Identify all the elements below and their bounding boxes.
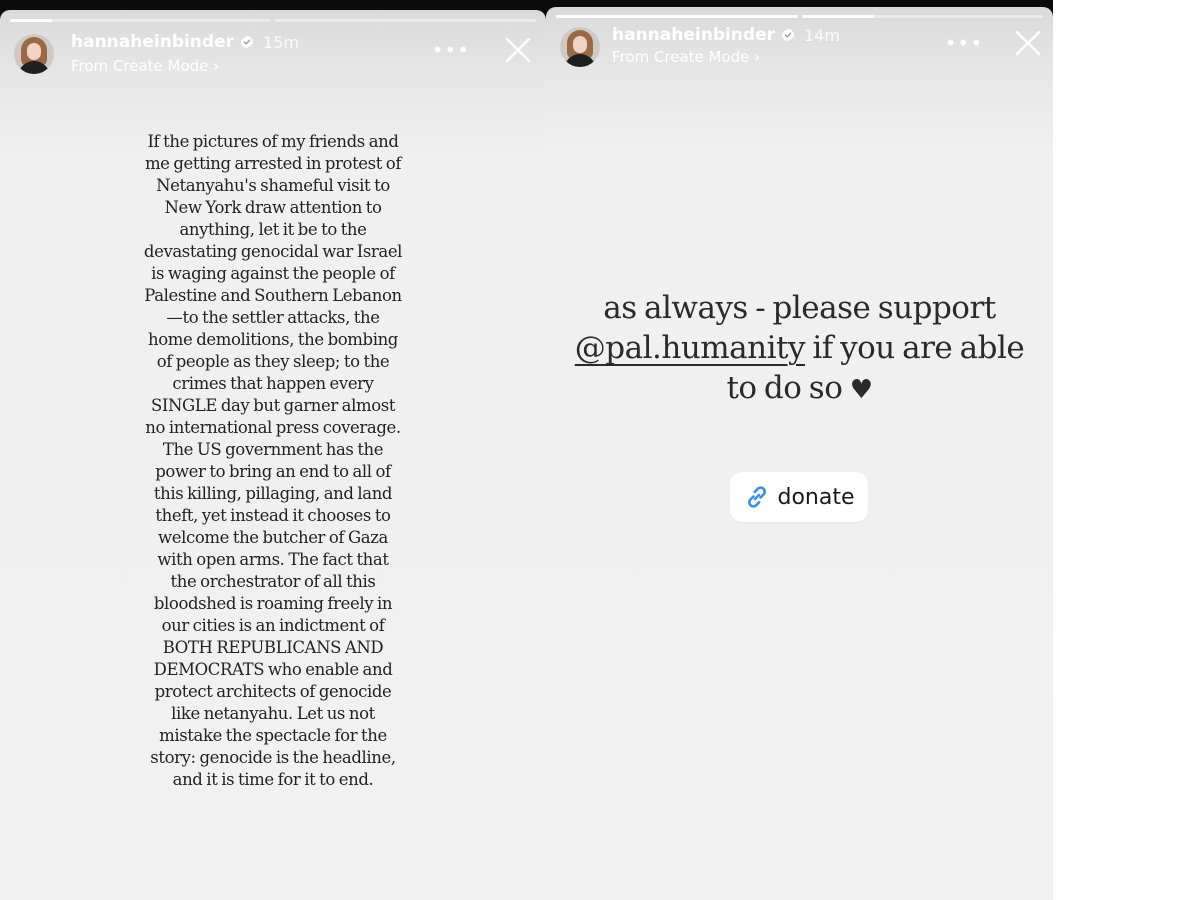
support-line-1: as always - please support bbox=[603, 290, 996, 326]
create-mode-link[interactable]: From Create Mode › bbox=[71, 57, 219, 75]
donate-link-sticker[interactable]: donate bbox=[730, 472, 868, 522]
progress-segment bbox=[275, 19, 536, 22]
user-line: hannaheinbinder 15m bbox=[71, 32, 299, 52]
progress-segment bbox=[10, 19, 271, 22]
verified-badge-icon bbox=[781, 28, 795, 42]
support-line-2: @pal.humanity if you are able bbox=[546, 328, 1053, 368]
support-line-3-text: to do so bbox=[726, 370, 843, 406]
story-card-2[interactable]: hannaheinbinder 14m From Create Mode › •… bbox=[546, 7, 1053, 900]
donate-label: donate bbox=[777, 484, 855, 510]
story-statement-text: If the pictures of my friends and me get… bbox=[143, 132, 403, 789]
close-icon[interactable] bbox=[504, 36, 532, 64]
story-header: hannaheinbinder 14m From Create Mode › •… bbox=[560, 25, 1042, 73]
post-time: 15m bbox=[263, 32, 299, 52]
mention-link[interactable]: @pal.humanity bbox=[575, 330, 806, 366]
username[interactable]: hannaheinbinder bbox=[71, 32, 234, 52]
progress-fill bbox=[556, 15, 798, 18]
link-icon bbox=[748, 486, 767, 508]
support-line-3: to do so ♥ bbox=[546, 368, 1053, 410]
support-line-2-rest: if you are able bbox=[805, 330, 1025, 366]
story-header: hannaheinbinder 15m From Create Mode › •… bbox=[14, 32, 532, 80]
story-progress-bar bbox=[556, 15, 1043, 18]
story-progress-bar bbox=[10, 19, 536, 22]
more-options-icon[interactable]: ••• bbox=[945, 33, 983, 53]
post-time: 14m bbox=[804, 25, 840, 45]
verified-badge-icon bbox=[240, 35, 254, 49]
progress-segment bbox=[556, 15, 798, 18]
create-mode-link[interactable]: From Create Mode › bbox=[612, 48, 760, 66]
avatar[interactable] bbox=[560, 27, 600, 67]
progress-fill bbox=[801, 15, 874, 18]
story-card-1[interactable]: hannaheinbinder 15m From Create Mode › •… bbox=[0, 10, 546, 900]
username[interactable]: hannaheinbinder bbox=[612, 25, 775, 45]
close-icon[interactable] bbox=[1014, 29, 1042, 57]
user-line: hannaheinbinder 14m bbox=[612, 25, 840, 45]
progress-fill bbox=[10, 19, 52, 22]
heart-icon: ♥ bbox=[849, 375, 873, 405]
progress-segment bbox=[801, 15, 1043, 18]
avatar[interactable] bbox=[14, 34, 54, 74]
more-options-icon[interactable]: ••• bbox=[432, 40, 470, 60]
support-message: as always - please support @pal.humanity… bbox=[546, 288, 1053, 410]
